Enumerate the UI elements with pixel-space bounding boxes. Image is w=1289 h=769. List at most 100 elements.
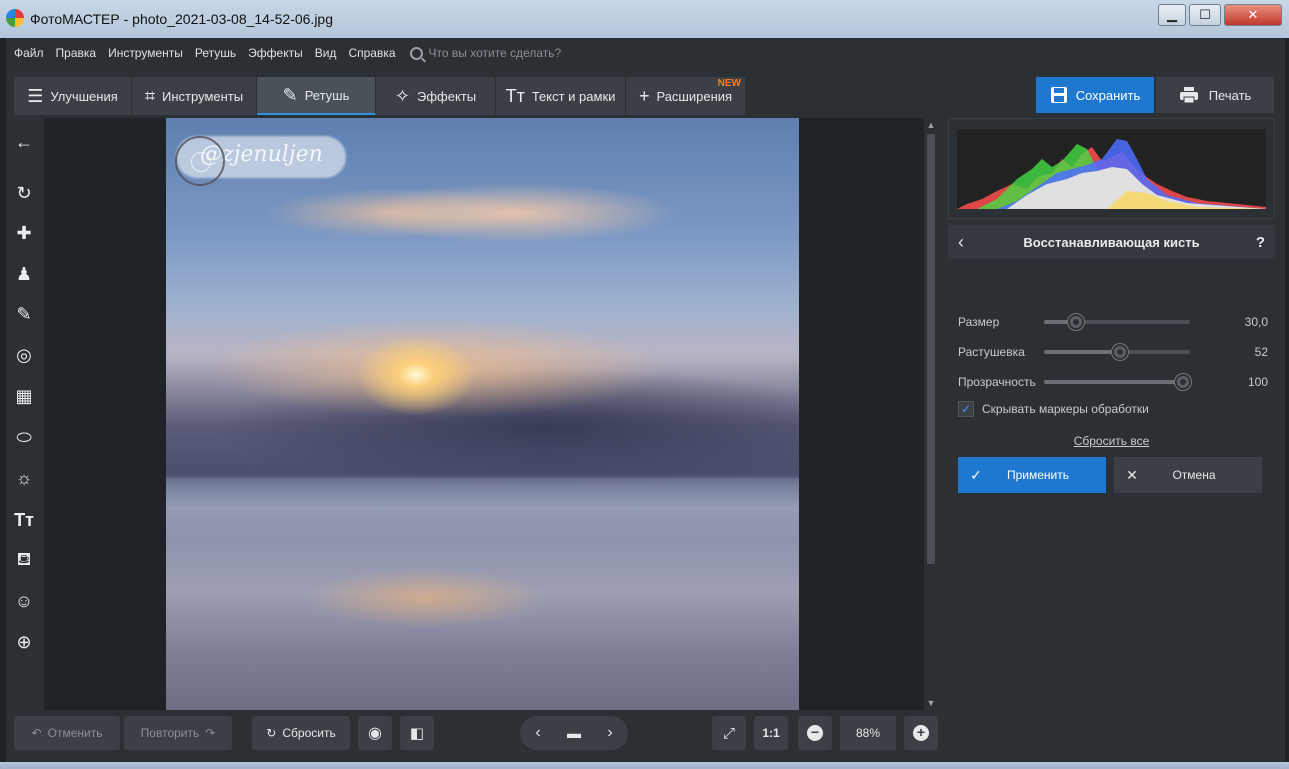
histogram-box — [948, 118, 1275, 219]
fill-bucket-icon[interactable]: ⛾ — [12, 549, 36, 573]
scroll-down-icon[interactable]: ▼ — [924, 696, 938, 710]
sliders-icon: ☰ — [27, 85, 44, 106]
back-arrow-icon[interactable]: ← — [12, 130, 36, 154]
zoom-out-button[interactable]: − — [798, 716, 832, 750]
zoom-value: 88% — [840, 716, 896, 750]
rotate-icon[interactable]: ↻ — [12, 181, 36, 205]
slider-knob[interactable] — [1174, 374, 1191, 390]
slider-label: Прозрачность — [958, 375, 1036, 389]
tab-effects[interactable]: ✧ Эффекты — [376, 77, 496, 115]
slider-label: Размер — [958, 315, 1000, 329]
save-label: Сохранить — [1075, 87, 1141, 103]
menu-file[interactable]: Файл — [6, 46, 50, 60]
brush-tool-icon[interactable]: ✎ — [12, 302, 36, 326]
undo-icon: ↶ — [31, 726, 42, 740]
navigation-group: ‹ ▬ › — [520, 716, 628, 750]
search-icon[interactable] — [409, 46, 423, 60]
menu-effects[interactable]: Эффекты — [242, 46, 309, 60]
left-toolbar: ← ↻ ✚ ♟ ✎ ◎ ▦ ⬭ ☼ Tт ⛾ ☺ ⊕ — [6, 118, 42, 710]
tab-tools[interactable]: ⌗ Инструменты — [132, 77, 257, 115]
reset-label: Сбросить — [282, 726, 336, 740]
reset-all-link[interactable]: Сбросить все — [948, 434, 1275, 448]
close-button[interactable]: ✕ — [1224, 4, 1282, 26]
minimize-button[interactable]: ▁ — [1158, 4, 1186, 26]
slider-opacity[interactable]: Прозрачность 100 — [958, 372, 1268, 392]
tab-label: Расширения — [656, 88, 733, 104]
scroll-up-icon[interactable]: ▲ — [924, 118, 938, 132]
stamp-icon[interactable]: ♟ — [12, 262, 36, 286]
apply-button[interactable]: ✓ Применить — [958, 457, 1106, 493]
light-icon[interactable]: ☼ — [12, 466, 36, 490]
search-input[interactable]: Что вы хотите сделать? — [429, 46, 562, 60]
maximize-button[interactable]: ☐ — [1189, 4, 1221, 26]
fit-screen-button[interactable]: ⤢ — [712, 716, 746, 750]
slider-track[interactable] — [1044, 314, 1190, 330]
zoom-in-button[interactable]: + — [904, 716, 938, 750]
print-label: Печать — [1208, 87, 1252, 103]
slider-knob[interactable] — [1068, 314, 1085, 330]
new-badge: NEW — [717, 78, 741, 89]
compare-icon: ◧ — [409, 725, 425, 742]
menu-tools[interactable]: Инструменты — [102, 46, 189, 60]
tab-label: Эффекты — [416, 88, 477, 104]
zoom-actual-button[interactable]: 1:1 — [754, 716, 788, 750]
tab-retouch[interactable]: ✎ Ретушь — [257, 77, 376, 115]
check-icon: ✓ — [970, 466, 982, 483]
tab-text-frames[interactable]: Tт Текст и рамки — [496, 77, 626, 115]
reset-button[interactable]: ↻ Сбросить — [252, 716, 350, 750]
next-image-icon[interactable]: › — [592, 724, 628, 742]
text-icon: Tт — [505, 85, 525, 106]
help-icon[interactable]: ? — [1256, 234, 1265, 251]
preview-button[interactable]: ◉ — [358, 716, 392, 750]
menu-view[interactable]: Вид — [309, 46, 343, 60]
tab-extensions[interactable]: + Расширения NEW — [626, 77, 746, 115]
print-button[interactable]: Печать — [1156, 77, 1274, 113]
slider-size[interactable]: Размер 30,0 — [958, 312, 1268, 332]
target-icon[interactable]: ⊕ — [12, 630, 36, 654]
save-icon — [1050, 87, 1067, 103]
panel-back-icon[interactable]: ‹ — [958, 232, 964, 253]
hide-markers-row[interactable]: ✓ Скрывать маркеры обработки — [958, 401, 1149, 417]
tab-label: Текст и рамки — [531, 88, 616, 104]
prev-image-icon[interactable]: ‹ — [520, 724, 556, 742]
menu-retouch[interactable]: Ретушь — [189, 46, 242, 60]
save-button[interactable]: Сохранить — [1036, 77, 1154, 113]
scroll-thumb[interactable] — [927, 134, 935, 564]
menu-help[interactable]: Справка — [342, 46, 401, 60]
redo-button[interactable]: Повторить ↷ — [124, 716, 232, 750]
compare-button[interactable]: ◧ — [400, 716, 434, 750]
brush-cursor — [175, 136, 225, 186]
magic-wand-icon: ✧ — [394, 85, 410, 106]
text-tool-icon[interactable]: Tт — [12, 508, 36, 532]
slider-knob[interactable] — [1111, 344, 1128, 360]
slider-track[interactable] — [1044, 344, 1190, 360]
slider-fill — [1044, 350, 1120, 354]
panel-title: Восстанавливающая кисть — [1023, 234, 1200, 250]
bandage-icon[interactable]: ✚ — [12, 221, 36, 245]
crop-icon: ⌗ — [144, 85, 156, 106]
vignette-icon[interactable]: ⬭ — [12, 425, 36, 449]
photo-image[interactable]: @zjenuljen — [166, 118, 799, 710]
folder-icon[interactable]: ▬ — [556, 725, 592, 741]
right-panel: ‹ Восстанавливающая кисть ? Размер 30,0 … — [948, 118, 1275, 751]
undo-button[interactable]: ↶ Отменить — [14, 716, 120, 750]
slider-value: 52 — [1254, 345, 1268, 359]
tab-improvements[interactable]: ☰ Улучшения — [14, 77, 132, 115]
slider-feather[interactable]: Растушевка 52 — [958, 342, 1268, 362]
gradient-filter-icon[interactable]: ▦ — [12, 384, 36, 408]
slider-track[interactable] — [1044, 374, 1191, 390]
face-icon[interactable]: ☺ — [12, 589, 36, 613]
tab-label: Ретушь — [304, 87, 350, 103]
vertical-scrollbar[interactable]: ▲ ▼ — [924, 118, 938, 710]
slider-fill — [1044, 380, 1183, 384]
bottom-bar: ↶ Отменить Повторить ↷ ↻ Сбросить ◉ ◧ ‹ … — [6, 710, 946, 754]
histogram — [957, 129, 1266, 209]
cancel-label: Отмена — [1172, 468, 1216, 482]
menu-edit[interactable]: Правка — [50, 46, 103, 60]
cancel-button[interactable]: ✕ Отмена — [1114, 457, 1262, 493]
app-frame: Файл Правка Инструменты Ретушь Эффекты В… — [6, 38, 1285, 762]
hide-markers-checkbox[interactable]: ✓ — [958, 401, 974, 417]
canvas-area[interactable]: @zjenuljen — [44, 118, 924, 710]
radial-filter-icon[interactable]: ◎ — [12, 343, 36, 367]
photo-sea — [166, 478, 799, 538]
